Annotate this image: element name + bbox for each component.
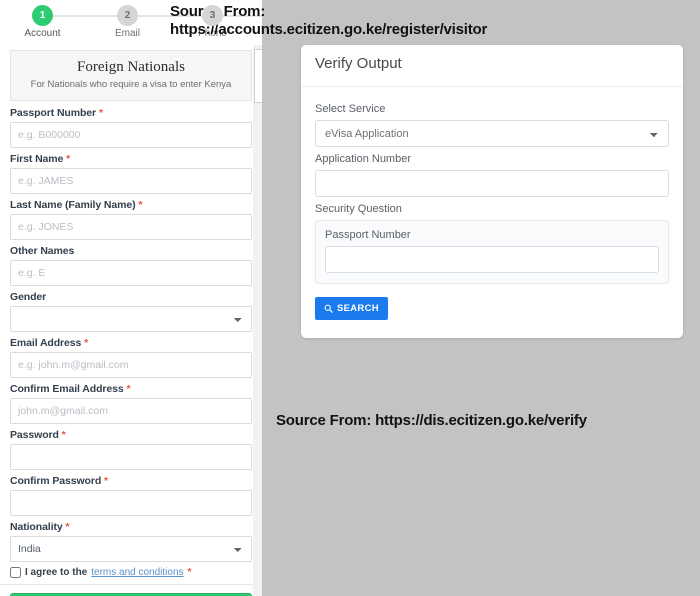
label-gender: Gender (10, 291, 252, 303)
step-email[interactable]: 2 Email (85, 0, 170, 39)
label-last-name-text: Last Name (Family Name) (10, 199, 136, 211)
field-confirm-email-address: Confirm Email Address * (10, 383, 252, 424)
gender-select[interactable] (10, 306, 252, 332)
foreign-nationals-card: Foreign Nationals For Nationals who requ… (10, 50, 252, 101)
confirm-email-address-input[interactable] (10, 398, 252, 424)
field-nationality: Nationality * India (10, 521, 252, 562)
email-address-input[interactable] (10, 352, 252, 378)
confirm-password-input[interactable] (10, 490, 252, 516)
label-email-address-text: Email Address (10, 337, 82, 349)
visitor-registration-panel: 1 Account 2 Email 3 Phone 4 Photo Foreig… (0, 0, 262, 596)
visitor-registration-form: Passport Number * First Name * Last Name… (0, 101, 262, 584)
label-confirm-email-address-text: Confirm Email Address (10, 383, 124, 395)
search-button[interactable]: SEARCH (315, 297, 388, 320)
required-marker: * (104, 475, 108, 487)
left-panel-scrollbar[interactable] (253, 45, 262, 596)
terms-and-conditions-link[interactable]: terms and conditions (91, 567, 183, 578)
annotation-source-top-label: Source From: (170, 3, 266, 20)
passport-number-input[interactable] (10, 122, 252, 148)
required-marker: * (61, 429, 66, 441)
label-gender-text: Gender (10, 291, 47, 303)
terms-checkbox[interactable] (10, 567, 21, 578)
left-panel-scrollbar-thumb[interactable] (254, 49, 262, 103)
security-answer-input[interactable] (325, 246, 659, 273)
label-password-text: Password (10, 429, 59, 441)
required-marker: * (98, 107, 103, 119)
verify-output-title: Verify Output (301, 45, 683, 87)
select-service-label: Select Service (315, 103, 386, 115)
label-confirm-password-text: Confirm Password (10, 475, 102, 487)
label-last-name: Last Name (Family Name) * (10, 199, 252, 211)
required-marker: * (138, 199, 143, 211)
other-names-input[interactable] (10, 260, 252, 286)
annotation-source-bottom: Source From: https://dis.ecitizen.go.ke/… (276, 412, 587, 429)
step-phone-number: 3 (202, 5, 223, 26)
last-name-input[interactable] (10, 214, 252, 240)
step-account[interactable]: 1 Account (0, 0, 85, 39)
label-password: Password * (10, 429, 252, 441)
label-nationality-text: Nationality (10, 521, 63, 533)
field-password: Password * (10, 429, 252, 470)
security-question-box: Passport Number (315, 220, 669, 284)
foreign-nationals-title: Foreign Nationals (77, 59, 185, 75)
foreign-nationals-subtitle: For Nationals who require a visa to ente… (30, 79, 232, 90)
field-passport-number: Passport Number * (10, 107, 252, 148)
step-email-number: 2 (117, 5, 138, 26)
required-marker: * (187, 567, 192, 578)
label-other-names: Other Names (10, 245, 252, 257)
first-name-input[interactable] (10, 168, 252, 194)
label-first-name-text: First Name (10, 153, 64, 165)
field-confirm-password: Confirm Password * (10, 475, 252, 516)
nationality-select[interactable]: India (10, 536, 252, 562)
label-email-address: Email Address * (10, 337, 252, 349)
label-passport-number-text: Passport Number (10, 107, 97, 119)
security-question-label: Security Question (315, 203, 402, 215)
step-account-label: Account (24, 28, 61, 39)
label-passport-number: Passport Number * (10, 107, 252, 119)
annotation-source-top-url: https://accounts.ecitizen.go.ke/register… (170, 20, 488, 38)
application-number-input[interactable] (315, 170, 669, 197)
field-other-names: Other Names (10, 245, 252, 286)
field-last-name: Last Name (Family Name) * (10, 199, 252, 240)
required-marker: * (66, 153, 71, 165)
label-other-names-text: Other Names (10, 245, 75, 257)
label-first-name: First Name * (10, 153, 252, 165)
label-confirm-password: Confirm Password * (10, 475, 252, 487)
password-input[interactable] (10, 444, 252, 470)
step-email-label: Email (114, 28, 140, 39)
continue-button-container: Continue (0, 584, 262, 596)
field-email-address: Email Address * (10, 337, 252, 378)
security-question-inner-label: Passport Number (325, 229, 411, 241)
label-confirm-email-address: Confirm Email Address * (10, 383, 252, 395)
field-gender: Gender (10, 291, 252, 332)
terms-agreement-row: I agree to the terms and conditions * (10, 567, 252, 584)
search-icon (324, 304, 333, 313)
verify-output-card: Verify Output Select Service eVisa Appli… (301, 45, 683, 338)
select-service-dropdown[interactable]: eVisa Application (315, 120, 669, 147)
required-marker: * (126, 383, 131, 395)
label-nationality: Nationality * (10, 521, 252, 533)
field-first-name: First Name * (10, 153, 252, 194)
required-marker: * (65, 521, 70, 533)
application-number-label: Application Number (315, 153, 411, 165)
verify-output-body: Select Service eVisa Application Applica… (301, 87, 683, 338)
search-button-label: SEARCH (337, 303, 379, 314)
annotation-source-top: Source From: https://accounts.ecitizen.g… (170, 3, 700, 38)
step-account-number: 1 (32, 5, 53, 26)
required-marker: * (84, 337, 89, 349)
terms-prefix-text: I agree to the (25, 567, 88, 578)
